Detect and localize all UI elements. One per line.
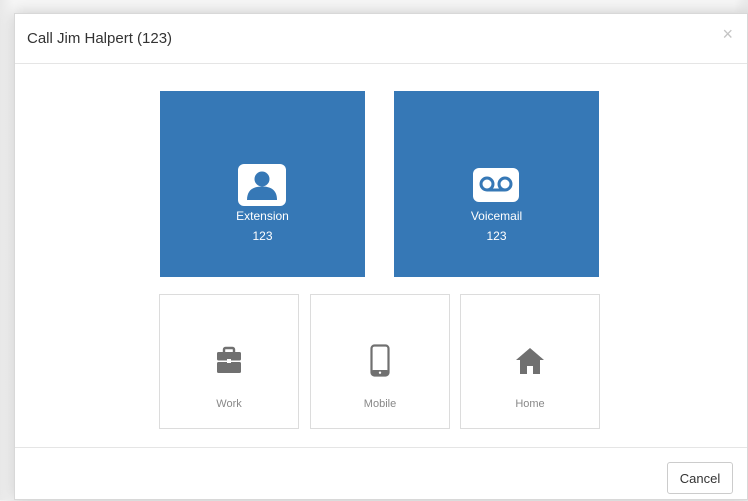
extension-label: Extension <box>236 209 289 223</box>
home-icon <box>512 343 548 379</box>
work-call-tile[interactable]: Work <box>159 294 299 429</box>
mobile-phone-icon <box>362 343 398 379</box>
close-button[interactable]: × <box>722 24 733 44</box>
home-label: Home <box>515 398 545 410</box>
briefcase-icon <box>211 343 247 379</box>
work-label: Work <box>216 398 242 410</box>
home-call-tile[interactable]: Home <box>460 294 600 429</box>
dialog-footer: Cancel <box>15 447 747 501</box>
cancel-button[interactable]: Cancel <box>667 462 733 494</box>
mobile-label: Mobile <box>363 398 397 410</box>
voicemail-call-tile[interactable]: Voicemail 123 <box>394 91 599 277</box>
voicemail-label: Voicemail <box>470 209 523 223</box>
voicemail-icon <box>472 164 520 206</box>
dialog-header: Call Jim Halpert (123) × <box>15 14 747 64</box>
extension-number: 123 <box>252 229 273 243</box>
voicemail-number: 123 <box>486 229 507 243</box>
person-icon <box>238 164 286 206</box>
dialog-title: Call Jim Halpert (123) <box>27 30 173 47</box>
mobile-call-tile[interactable]: Mobile <box>310 294 450 429</box>
extension-call-tile[interactable]: Extension 123 <box>160 91 365 277</box>
call-dialog: Call Jim Halpert (123) × Extension 123 V… <box>14 13 748 500</box>
